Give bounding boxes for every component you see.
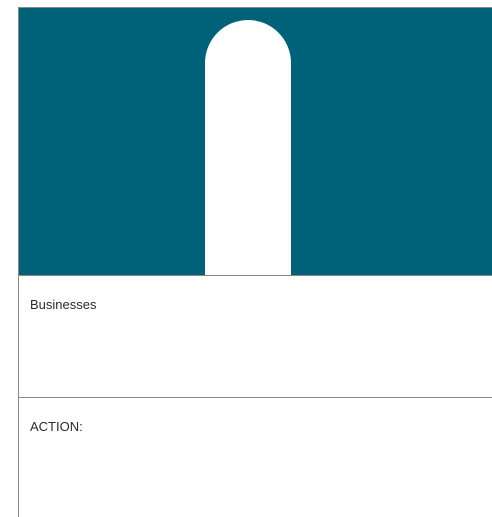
businesses-label: Businesses xyxy=(30,297,97,312)
hero-banner xyxy=(19,8,492,275)
top-divider xyxy=(18,7,492,8)
action-label: ACTION: xyxy=(30,419,83,434)
page: Businesses ACTION: xyxy=(0,0,492,517)
businesses-section: Businesses xyxy=(19,275,492,397)
action-section: ACTION: xyxy=(19,397,492,517)
arch-shape xyxy=(205,20,291,275)
